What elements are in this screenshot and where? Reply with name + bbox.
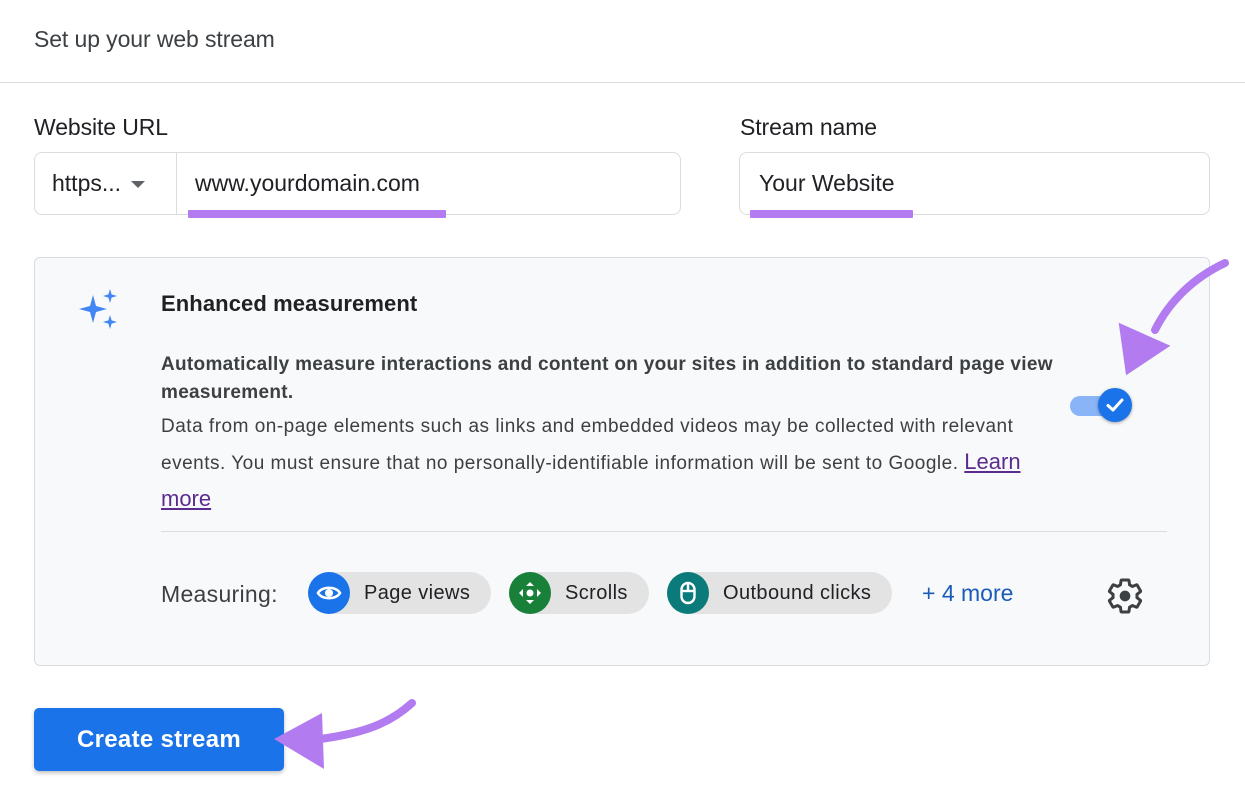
toggle-thumb: [1098, 388, 1132, 422]
enhanced-measurement-title: Enhanced measurement: [161, 291, 418, 316]
divider: [161, 531, 1167, 532]
gear-icon: [1107, 578, 1143, 614]
measuring-label: Measuring:: [161, 581, 278, 607]
annotation-arrow-create: [274, 699, 416, 769]
description-text: Data from on-page elements such as links…: [161, 416, 1014, 474]
chip-label: Scrolls: [565, 581, 628, 604]
eye-icon: [308, 572, 350, 614]
protocol-select[interactable]: https...: [35, 153, 177, 214]
chip-outbound-clicks[interactable]: Outbound clicks: [667, 572, 893, 614]
annotation-underline-url: [188, 210, 446, 218]
scroll-arrows-icon: [509, 572, 551, 614]
enhanced-measurement-card: Enhanced measurement Automatically measu…: [34, 257, 1210, 666]
enhanced-measurement-summary: Automatically measure interactions and c…: [161, 354, 1053, 403]
chip-page-views[interactable]: Page views: [308, 572, 492, 614]
page-title: Set up your web stream: [34, 26, 275, 52]
enhanced-measurement-toggle[interactable]: [1070, 388, 1134, 422]
sparkle-icon: [79, 289, 117, 329]
create-stream-button[interactable]: Create stream: [34, 708, 284, 771]
chevron-down-icon: [131, 181, 146, 188]
protocol-value: https...: [52, 170, 122, 196]
website-url-input[interactable]: [195, 170, 680, 197]
annotation-underline-stream: [750, 210, 913, 218]
stream-name-field: [739, 152, 1210, 215]
stream-name-input[interactable]: [759, 170, 1209, 197]
website-url-field: https...: [34, 152, 681, 215]
more-measurements-link[interactable]: + 4 more: [922, 580, 1013, 607]
chip-label: Page views: [364, 581, 471, 604]
url-input-wrap: [177, 153, 680, 214]
stream-name-label: Stream name: [740, 114, 877, 140]
enhanced-measurement-description: Data from on-page elements such as links…: [161, 409, 1061, 518]
chip-label: Outbound clicks: [723, 581, 872, 604]
settings-button[interactable]: [1105, 576, 1145, 616]
checkmark-icon: [1106, 398, 1124, 412]
website-url-label: Website URL: [34, 114, 168, 140]
mouse-icon: [667, 572, 709, 614]
chip-scrolls[interactable]: Scrolls: [509, 572, 649, 614]
page-header: Set up your web stream: [0, 0, 1245, 83]
